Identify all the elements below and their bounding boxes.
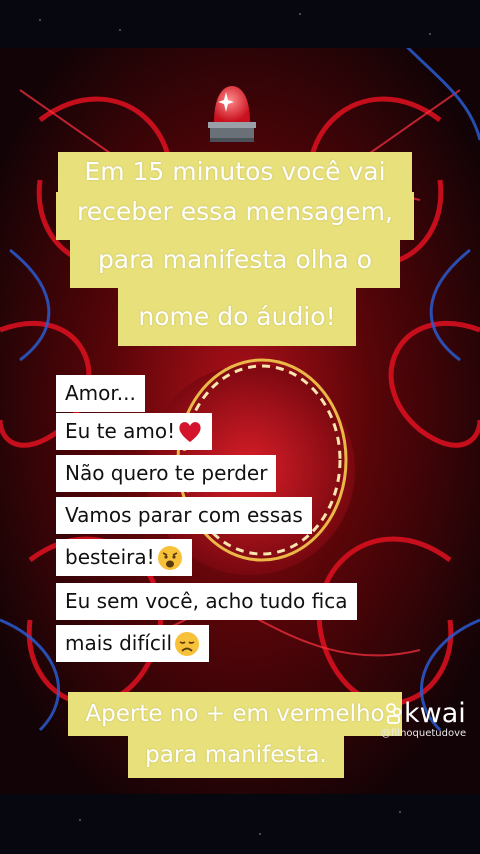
header-caption: nome do áudio! bbox=[118, 288, 356, 346]
footer-caption-line: Aperte no + em vermelho bbox=[85, 701, 385, 727]
header-caption-line: receber essa mensagem, bbox=[77, 197, 393, 226]
footer-caption-line: para manifesta. bbox=[145, 742, 327, 768]
message-line: Não quero te perder bbox=[56, 455, 277, 492]
kwai-handle: @filhoquetudove bbox=[381, 728, 467, 739]
police-light-icon bbox=[208, 86, 256, 142]
footer-caption: Aperte no + em vermelho bbox=[68, 692, 402, 736]
heart-icon bbox=[179, 421, 201, 442]
message-text: Eu sem você, acho tudo fica bbox=[65, 589, 348, 613]
kwai-watermark: kwai bbox=[386, 700, 466, 728]
message-line: Amor... bbox=[56, 375, 145, 412]
message-text: Eu te amo! bbox=[65, 419, 176, 443]
message-text: besteira! bbox=[65, 545, 155, 569]
message-text: Amor... bbox=[65, 381, 136, 405]
footer-caption: para manifesta. bbox=[128, 736, 344, 778]
header-caption: receber essa mensagem, bbox=[56, 192, 414, 240]
kwai-brand: kwai bbox=[404, 698, 466, 729]
message-text: Vamos parar com essas bbox=[65, 503, 303, 527]
anguished-face-icon bbox=[157, 545, 182, 570]
message-line: Eu sem você, acho tudo fica bbox=[56, 583, 357, 620]
header-caption-line: nome do áudio! bbox=[138, 302, 336, 331]
message-text: Não quero te perder bbox=[65, 461, 268, 485]
header-caption: para manifesta olha o bbox=[70, 240, 400, 288]
message-line: mais difícil bbox=[56, 625, 210, 662]
header-caption-line: para manifesta olha o bbox=[97, 245, 373, 274]
disappointed-face-icon bbox=[175, 631, 200, 656]
header-caption: Em 15 minutos você vai bbox=[58, 152, 412, 192]
message-line: besteira! bbox=[56, 539, 192, 576]
header-caption-line: Em 15 minutos você vai bbox=[84, 157, 386, 186]
message-text: mais difícil bbox=[65, 631, 173, 655]
message-line: Vamos parar com essas bbox=[56, 497, 312, 534]
message-line: Eu te amo! bbox=[56, 413, 213, 450]
kwai-logo-icon bbox=[386, 703, 402, 724]
